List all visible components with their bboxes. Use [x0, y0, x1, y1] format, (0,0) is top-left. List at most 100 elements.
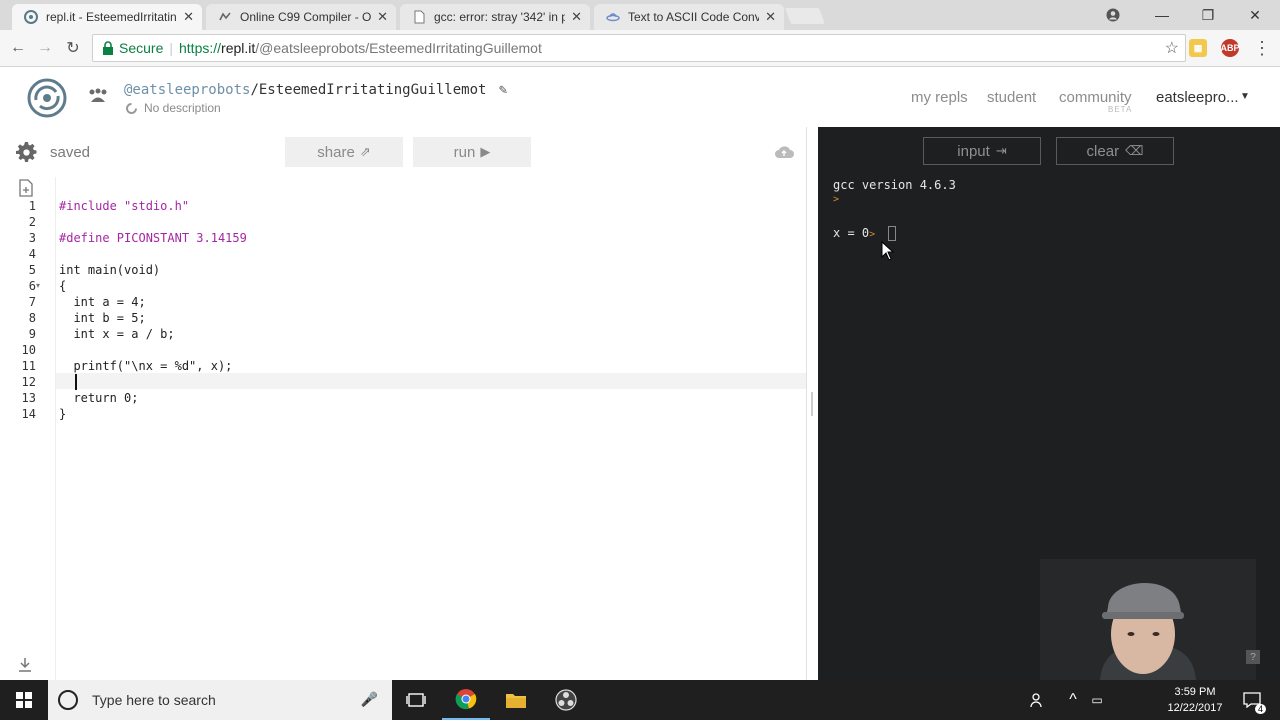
chrome-menu-icon[interactable]: ⋮	[1252, 38, 1272, 58]
tab-title: repl.it - EsteemedIrritatin	[46, 10, 177, 24]
console-pane[interactable]: input ⇥ clear ⌫ gcc version 4.6.3 > x = …	[818, 127, 1280, 680]
clear-label: clear	[1086, 142, 1120, 160]
nav-community[interactable]: community	[1059, 89, 1132, 106]
download-icon[interactable]	[18, 657, 32, 673]
close-tab-icon[interactable]: ✕	[571, 9, 582, 25]
nav-student[interactable]: student	[987, 89, 1036, 106]
text-cursor	[75, 374, 77, 390]
reload-icon[interactable]: ↻	[63, 38, 83, 58]
cloud-upload-icon[interactable]	[774, 145, 794, 159]
resize-grip	[811, 392, 813, 416]
input-label: input	[957, 142, 990, 160]
taskbar-clock[interactable]: 3:59 PM 12/22/2017	[1160, 684, 1230, 716]
clock-time: 3:59 PM	[1174, 686, 1216, 698]
bookmark-star-icon[interactable]: ☆	[1165, 38, 1179, 58]
line-number: 2	[28, 215, 36, 229]
line-number: 5	[28, 263, 36, 277]
line-number: 14	[21, 407, 36, 421]
tab-gcc-error[interactable]: gcc: error: stray '342' in p ✕	[400, 4, 590, 30]
secure-label: Secure	[119, 40, 164, 56]
file-explorer-icon[interactable]	[492, 680, 540, 720]
repl-owner-link[interactable]: @eatsleeprobots	[124, 82, 250, 98]
console-output: x = 0	[833, 226, 870, 240]
repl-name[interactable]: EsteemedIrritatingGuillemot	[259, 82, 487, 98]
code-editor[interactable]: 1 2 3 4 5 6 ▾ 7 8 9 10 11 12 13 14 #incl…	[0, 177, 806, 680]
new-tab-button[interactable]	[785, 8, 825, 24]
replit-logo-icon[interactable]	[27, 78, 67, 118]
tab-ascii[interactable]: Text to ASCII Code Conv ✕	[594, 4, 784, 30]
loading-spinner-icon	[126, 102, 137, 114]
task-view-icon[interactable]	[392, 680, 440, 720]
lock-icon	[103, 41, 113, 55]
battery-icon[interactable]: ▭	[1086, 680, 1108, 720]
console-output-line: x = 0>	[833, 226, 897, 241]
search-placeholder: Type here to search	[92, 692, 216, 708]
repl-header: @eatsleeprobots/EsteemedIrritatingGuille…	[0, 67, 1280, 127]
obs-icon[interactable]	[542, 680, 590, 720]
windows-taskbar: Type here to search 🎤 ^ ▭ 3:59 PM 12/22/…	[0, 680, 1280, 720]
url-host: repl.it	[221, 40, 256, 56]
url-input[interactable]: Secure | https://repl.it/@eatsleeprobots…	[92, 34, 1186, 62]
tab-replit[interactable]: repl.it - EsteemedIrritatin ✕	[12, 4, 202, 30]
edit-pencil-icon[interactable]: ✎	[499, 82, 507, 98]
save-status: saved	[50, 144, 91, 161]
extension-grid-icon[interactable]: ▦	[1189, 39, 1207, 57]
repl-description[interactable]: No description	[125, 101, 221, 115]
code-line: #define PICONSTANT 3.14159	[59, 231, 247, 245]
profile-icon[interactable]	[1090, 0, 1136, 30]
share-label: share	[317, 143, 355, 161]
nav-my-repls[interactable]: my repls	[911, 89, 968, 106]
adblock-icon[interactable]: ABP	[1221, 39, 1240, 57]
action-center-icon[interactable]: 4	[1232, 680, 1272, 720]
help-icon[interactable]: ?	[1246, 650, 1260, 664]
windows-start-icon[interactable]	[0, 680, 48, 720]
minimize-icon[interactable]: —	[1139, 0, 1185, 30]
line-number: 7	[28, 295, 36, 309]
people-icon[interactable]	[1014, 680, 1062, 720]
line-number: 10	[21, 343, 36, 357]
close-window-icon[interactable]: ✕	[1232, 0, 1278, 30]
tab-compiler[interactable]: Online C99 Compiler - O ✕	[206, 4, 396, 30]
maximize-icon[interactable]: ❐	[1185, 0, 1231, 30]
share-icon: ⇗	[359, 144, 371, 159]
close-tab-icon[interactable]: ✕	[765, 9, 776, 25]
replit-icon	[24, 10, 38, 24]
run-button[interactable]: run ▶	[413, 137, 531, 167]
browser-tab-bar: repl.it - EsteemedIrritatin ✕ Online C99…	[0, 0, 1280, 30]
cortana-icon	[58, 690, 78, 710]
user-menu[interactable]: eatsleepro...	[1156, 89, 1239, 106]
url-prefix: https://	[179, 40, 222, 56]
add-file-icon[interactable]	[18, 179, 34, 197]
share-button[interactable]: share ⇗	[285, 137, 403, 167]
editor-toolbar: saved share ⇗ run ▶	[0, 127, 806, 177]
code-line: {	[59, 279, 67, 293]
description-text: No description	[144, 101, 221, 115]
path-separator: /	[250, 82, 259, 98]
clear-button[interactable]: clear ⌫	[1056, 137, 1174, 165]
back-arrow-icon[interactable]: ←	[8, 38, 28, 58]
close-tab-icon[interactable]: ✕	[377, 9, 388, 25]
microphone-icon[interactable]: 🎤	[361, 691, 378, 708]
forward-arrow-icon[interactable]: →	[35, 38, 55, 58]
line-number: 8	[28, 311, 36, 325]
url-path: /@eatsleeprobots/EsteemedIrritatingGuill…	[255, 40, 542, 56]
line-number: 6	[28, 279, 36, 293]
code-line: int x = a / b;	[59, 327, 175, 341]
code-line: int main(void)	[59, 263, 161, 277]
gear-icon[interactable]	[16, 142, 37, 163]
console-prompt: >	[833, 194, 840, 205]
code-line: int b = 5;	[59, 311, 146, 325]
close-tab-icon[interactable]: ✕	[183, 9, 194, 25]
code-line: int a = 4;	[59, 295, 146, 309]
fold-arrow-icon[interactable]: ▾	[36, 278, 40, 294]
repl-breadcrumb: @eatsleeprobots/EsteemedIrritatingGuille…	[124, 82, 507, 98]
avatar-icon[interactable]	[88, 88, 108, 104]
ufo-icon	[606, 13, 620, 22]
caret-down-icon[interactable]: ▼	[1240, 91, 1250, 102]
chrome-taskbar-icon[interactable]	[442, 680, 490, 720]
taskbar-search-box[interactable]: Type here to search 🎤	[48, 680, 392, 720]
webcam-overlay	[1040, 559, 1256, 680]
url-separator: |	[169, 40, 173, 56]
show-hidden-icons-icon[interactable]: ^	[1062, 680, 1084, 720]
input-button[interactable]: input ⇥	[923, 137, 1041, 165]
